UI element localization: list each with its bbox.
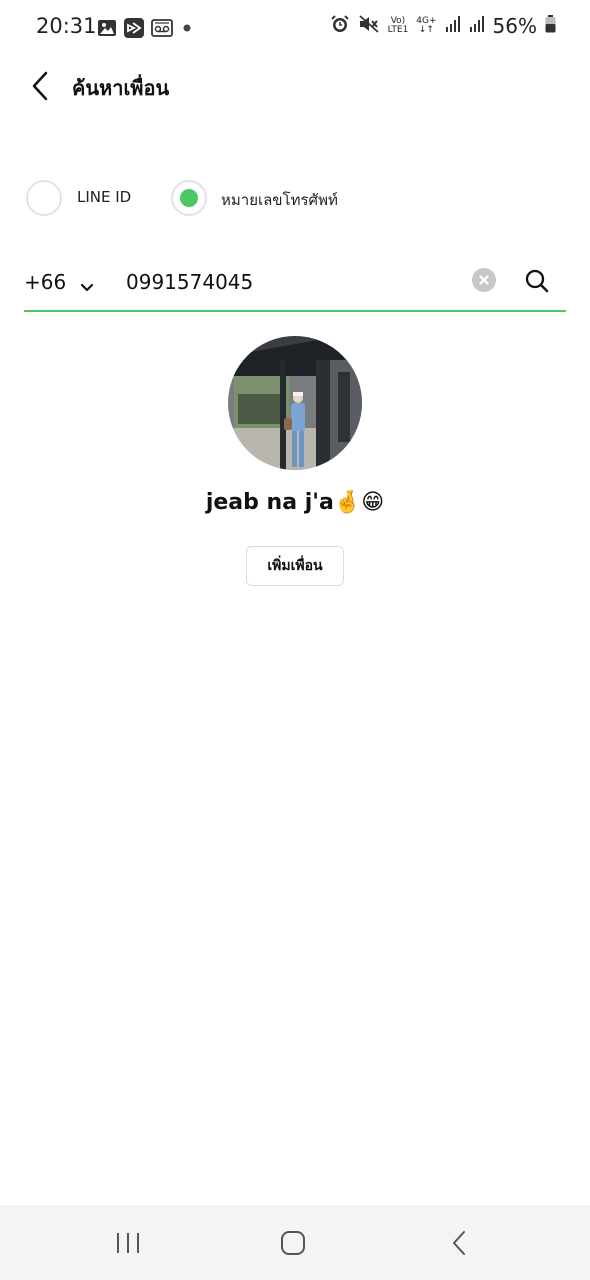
add-friend-button[interactable]: เพิ่มเพื่อน xyxy=(246,546,344,586)
chevron-down-icon[interactable] xyxy=(80,278,94,297)
status-right: Vo) LTE1 4G+ ↓↑ 56% xyxy=(330,14,556,38)
data-type-indicator: 4G+ ↓↑ xyxy=(416,17,436,35)
status-time: 20:31 xyxy=(36,14,97,38)
dot-icon xyxy=(179,20,195,40)
back-icon[interactable] xyxy=(446,1229,474,1261)
battery-percent: 56% xyxy=(492,14,537,38)
notification-icons xyxy=(97,17,195,43)
signal-icon xyxy=(469,15,485,37)
search-icon xyxy=(525,269,549,293)
volte-indicator: Vo) LTE1 xyxy=(388,17,409,35)
gallery-icon xyxy=(97,18,117,42)
alarm-icon xyxy=(330,14,350,38)
radio-selected-dot xyxy=(180,189,198,207)
country-code[interactable]: +66 xyxy=(24,270,66,294)
back-button[interactable] xyxy=(28,70,56,102)
radio-line-id[interactable] xyxy=(26,180,62,216)
phone-number-input[interactable] xyxy=(126,266,456,298)
header: ค้นหาเพื่อน xyxy=(0,58,590,114)
home-icon[interactable] xyxy=(279,1229,307,1261)
phone-search-bar: +66 xyxy=(24,256,566,312)
radio-label-line-id: LINE ID xyxy=(77,188,132,206)
page-title: ค้นหาเพื่อน xyxy=(72,76,170,100)
lte-label: LTE1 xyxy=(387,25,409,35)
search-button[interactable] xyxy=(524,268,550,298)
profile-avatar[interactable] xyxy=(228,336,362,470)
chevron-left-icon xyxy=(32,71,48,101)
app-icon xyxy=(123,17,145,43)
result-name: jeab na j'a🤞😁 xyxy=(205,490,385,515)
search-type-selector: LINE ID หมายเลขโทรศัพท์ xyxy=(26,180,566,216)
radio-phone-number[interactable] xyxy=(171,180,207,216)
status-bar: 20:31 Vo) LTE1 4G+ ↓↑ 56% xyxy=(0,0,590,58)
clear-button[interactable] xyxy=(472,268,496,292)
mute-icon xyxy=(358,14,380,38)
close-icon xyxy=(479,275,489,285)
radio-label-phone-number: หมายเลขโทรศัพท์ xyxy=(221,191,338,209)
data-arrows-icon: ↓↑ xyxy=(418,25,434,35)
recents-icon[interactable] xyxy=(114,1229,142,1261)
battery-icon xyxy=(545,15,556,37)
signal-icon xyxy=(445,15,461,37)
voicemail-icon xyxy=(151,18,173,42)
system-nav-bar xyxy=(0,1205,590,1280)
